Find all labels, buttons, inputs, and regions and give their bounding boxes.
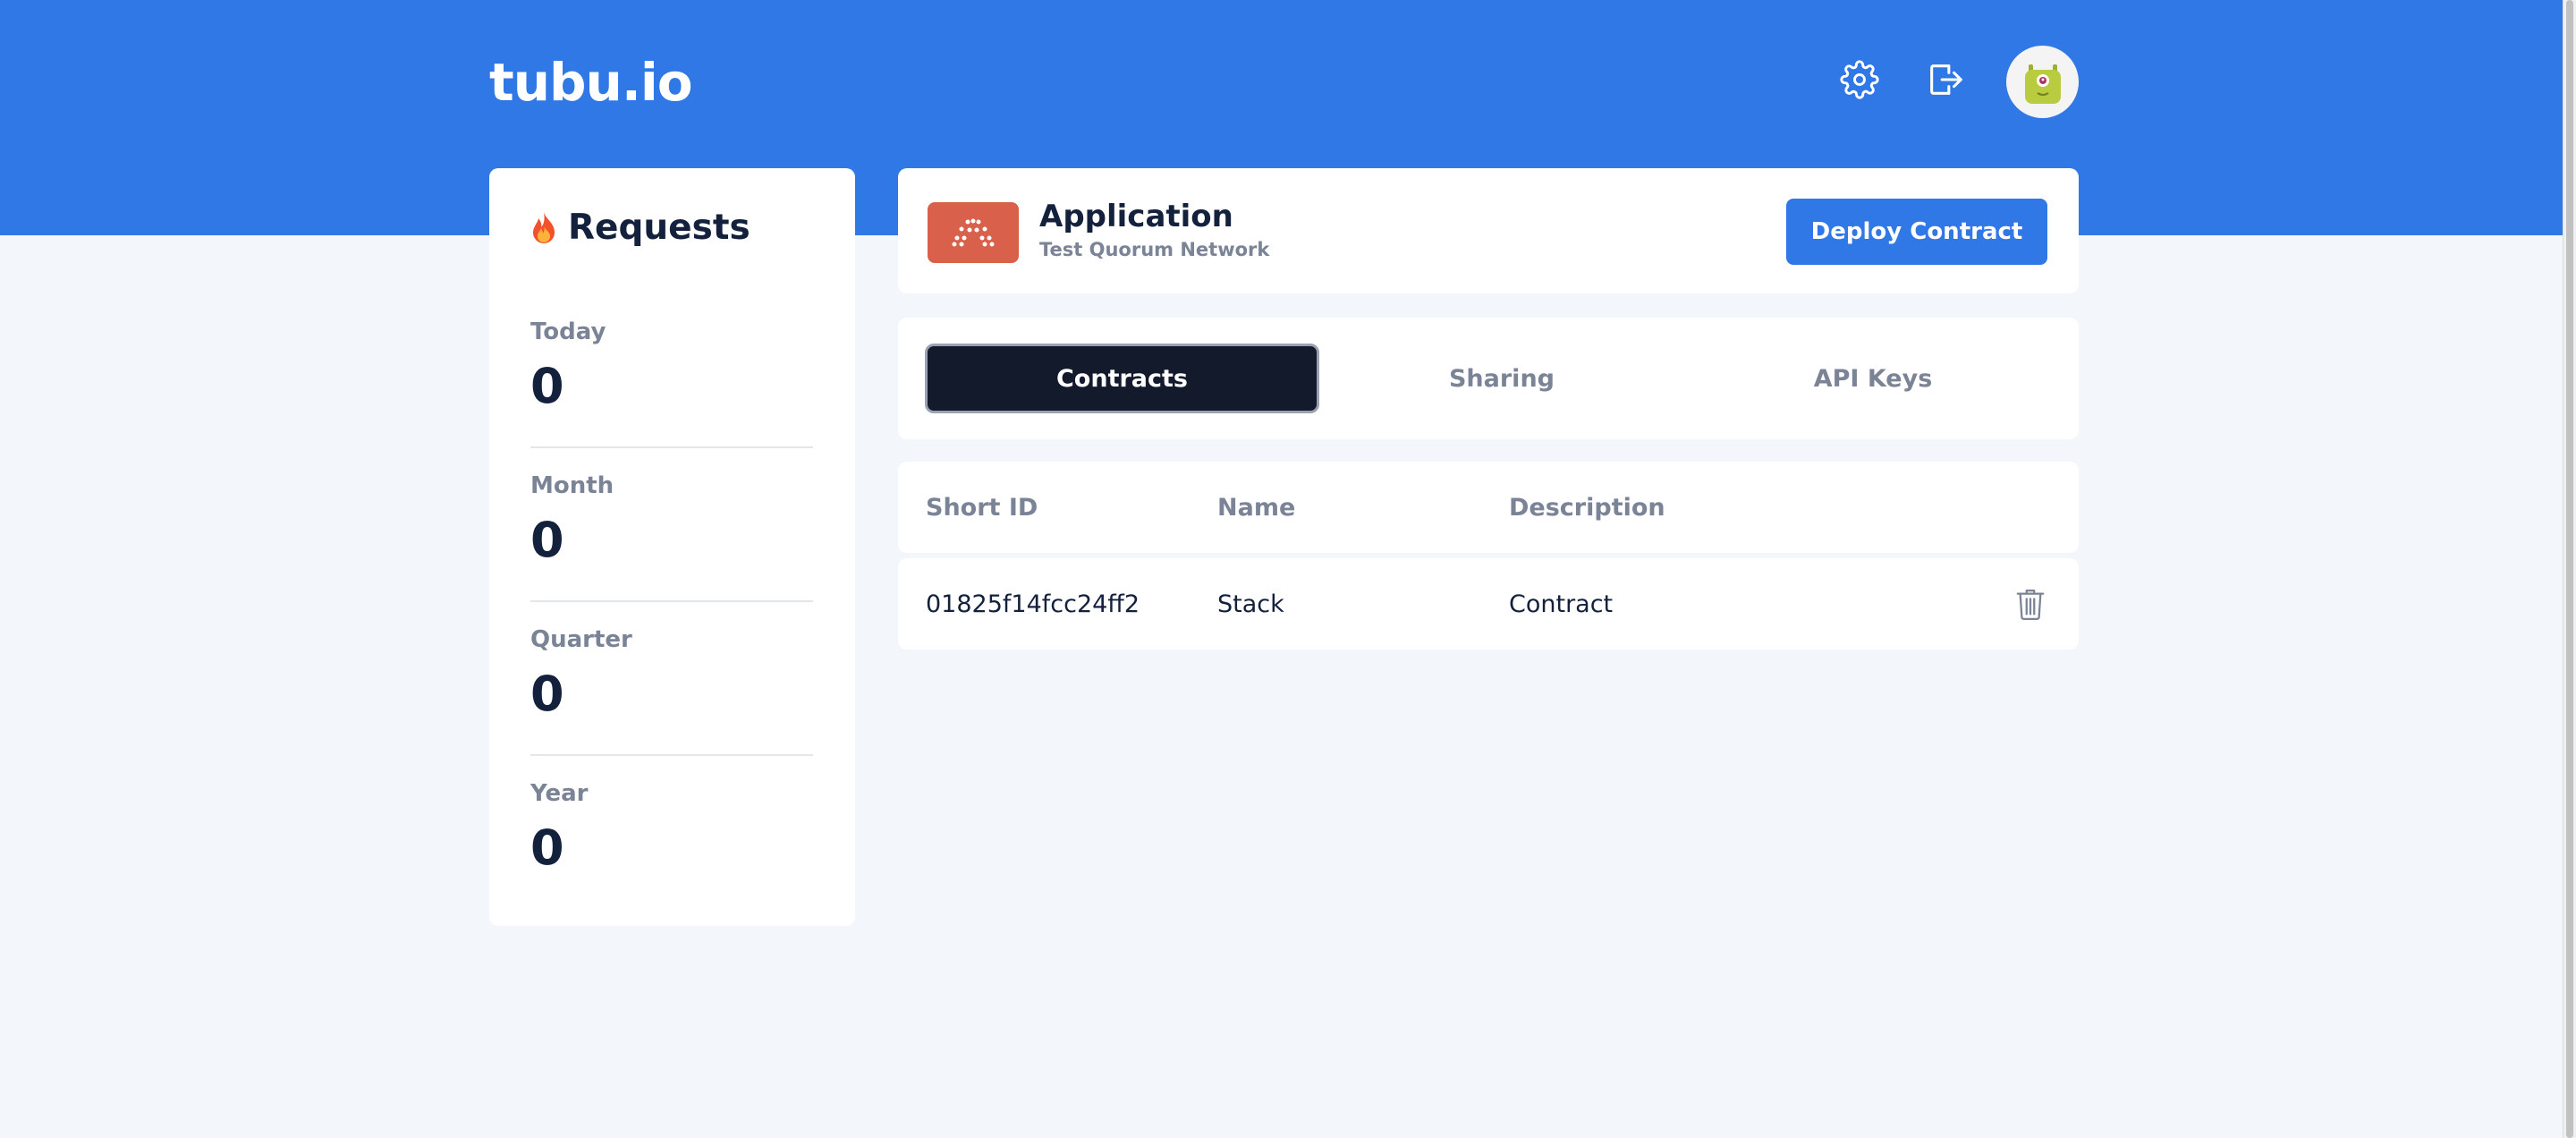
column-header-short-id: Short ID: [926, 493, 1038, 522]
stat-value: 0: [530, 512, 564, 568]
requests-heading: Requests: [568, 208, 750, 248]
requests-card: Requests Today 0 Month 0 Quarter 0 Year …: [489, 168, 855, 926]
deploy-contract-button[interactable]: Deploy Contract: [1786, 199, 2047, 265]
requests-title: Requests: [530, 208, 750, 248]
settings-button[interactable]: [1834, 54, 1885, 106]
scrollbar[interactable]: [2563, 0, 2576, 1138]
stat-value: 0: [530, 358, 564, 414]
trash-icon: [2016, 589, 2045, 620]
stat-label: Month: [530, 472, 614, 499]
tab-bar: Contracts Sharing API Keys: [898, 318, 2079, 439]
divider: [530, 446, 813, 448]
dots-arc-icon: [952, 218, 995, 247]
fire-icon: [533, 211, 555, 243]
cell-name: Stack: [1217, 590, 1284, 618]
stat-quarter: Quarter 0: [530, 624, 813, 721]
logout-button[interactable]: [1919, 54, 1971, 106]
divider: [530, 600, 813, 602]
stat-month: Month 0: [530, 471, 813, 567]
application-thumbnail: [928, 202, 1019, 263]
delete-contract-button[interactable]: [2012, 585, 2049, 623]
table-header: Short ID Name Description: [898, 462, 2079, 553]
stat-label: Today: [530, 318, 606, 345]
avatar[interactable]: [2006, 46, 2079, 118]
application-name: Application: [1039, 199, 1233, 234]
gear-icon: [1840, 60, 1879, 99]
column-header-name: Name: [1217, 493, 1296, 522]
logout-icon: [1930, 64, 1962, 95]
tab-sharing[interactable]: Sharing: [1327, 344, 1676, 413]
stat-value: 0: [530, 666, 564, 722]
stat-today: Today 0: [530, 317, 813, 413]
application-card: Application Test Quorum Network Deploy C…: [898, 168, 2079, 293]
cell-short-id: 01825f14fcc24ff2: [926, 590, 1140, 618]
divider: [530, 754, 813, 756]
cell-description: Contract: [1509, 590, 1614, 618]
table-row[interactable]: 01825f14fcc24ff2 Stack Contract: [898, 558, 2079, 650]
column-header-description: Description: [1509, 493, 1665, 522]
application-network: Test Quorum Network: [1039, 239, 1270, 260]
stat-label: Quarter: [530, 626, 632, 653]
stat-year: Year 0: [530, 778, 813, 875]
robot-avatar: [2024, 64, 2061, 104]
stat-label: Year: [530, 780, 589, 807]
tab-api-keys[interactable]: API Keys: [1694, 344, 2052, 413]
tab-contracts[interactable]: Contracts: [925, 344, 1319, 413]
logo[interactable]: tubu.io: [489, 54, 693, 111]
stat-value: 0: [530, 820, 564, 876]
scrollbar-thumb[interactable]: [2566, 0, 2573, 1138]
